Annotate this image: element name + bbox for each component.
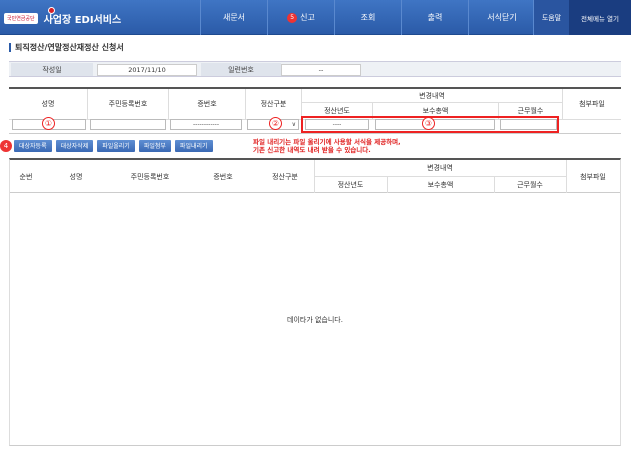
top-bar: 국민연금공단 사업장 EDI서비스 새문서 5 신고 조회 출력 서식닫기 도움말… [0, 0, 631, 35]
grid-divider [314, 160, 315, 193]
grid-col-type: 정산구분 [272, 172, 298, 181]
info-row: 작성일 2017/11/10 일련번호 -- [9, 61, 621, 77]
download-file-button[interactable]: 파일내리기 [174, 139, 213, 152]
nav-inquiry[interactable]: 조회 [334, 0, 401, 35]
action-toolbar: 4 대상자등록 대상자삭제 파일올리기 파일첨부 파일내리기 [0, 139, 217, 152]
step-4-badge: 4 [0, 139, 12, 152]
chevron-down-icon: ∨ [291, 121, 296, 128]
grid-col-cert: 증번호 [213, 172, 233, 181]
page-title: 퇴직정산/연말정산재정산 신청서 [9, 42, 124, 53]
grid-col-change: 변경내역 [427, 164, 453, 172]
form-header-cert: 증번호 [169, 89, 246, 119]
grid-col-name: 성명 [69, 172, 83, 181]
step-5-badge: 5 [287, 12, 298, 23]
notice-line-1: 파일 내리기는 파일 올리기에 사용할 서식을 제공하며, [253, 138, 401, 146]
nav-label: 신고 [300, 13, 315, 22]
empty-message: 데이타가 없습니다. [287, 316, 343, 324]
form-header-change: 변경내역 [302, 89, 563, 103]
main-nav: 새문서 5 신고 조회 출력 서식닫기 [200, 0, 535, 35]
serial-label: 일련번호 [201, 63, 281, 76]
form-header-rrn: 주민등록번호 [88, 89, 169, 119]
attach-file-button[interactable]: 파일첨부 [138, 139, 171, 152]
date-label: 작성일 [11, 63, 93, 76]
cert-number-field[interactable]: ------------ [170, 119, 242, 130]
attach-file-cell[interactable] [565, 119, 618, 130]
nav-report[interactable]: 5 신고 [267, 0, 334, 35]
grid-col-months: 근무월수 [517, 180, 543, 189]
nav-label: 새문서 [222, 13, 246, 22]
logo[interactable]: 국민연금공단 사업장 EDI서비스 [4, 7, 122, 26]
grid-col-rrn: 주민등록번호 [130, 172, 170, 181]
form-header-attach: 첨부파일 [579, 100, 605, 108]
marker-1: ① [42, 117, 55, 130]
form-header-name: 성명 [9, 89, 88, 119]
grid-divider [566, 160, 567, 193]
nav-label: 출력 [427, 13, 443, 22]
grid-header: 순번 성명 주민등록번호 증번호 정산구분 변경내역 정산년도 보수총액 근무월… [10, 160, 620, 193]
marker-3: ③ [422, 117, 435, 130]
nps-logo: 국민연금공단 [4, 12, 38, 24]
page-title-text: 퇴직정산/연말정산재정산 신청서 [15, 43, 124, 52]
marker-2: ② [269, 117, 282, 130]
grid-col-no: 순번 [19, 172, 33, 181]
title-bar-icon [9, 43, 11, 52]
grid-col-attach: 첨부파일 [580, 172, 606, 181]
file-notice: 파일 내리기는 파일 올리기에 사용할 서식을 제공하며, 기존 신고한 내역도… [253, 138, 401, 154]
nav-label: 조회 [360, 13, 376, 22]
rrn-input[interactable] [90, 119, 166, 130]
grid-col-salary: 보수총액 [427, 180, 454, 189]
grid-divider [494, 176, 495, 193]
register-subject-button[interactable]: 대상자등록 [14, 139, 52, 152]
nav-label: 서식닫기 [487, 13, 517, 22]
grid-divider [387, 176, 388, 193]
grid-col-year: 정산년도 [337, 180, 364, 189]
all-menu-button[interactable]: 전체메뉴 열기 [569, 0, 631, 35]
nav-print[interactable]: 출력 [401, 0, 468, 35]
upload-file-button[interactable]: 파일올리기 [97, 139, 135, 152]
nav-close-form[interactable]: 서식닫기 [468, 0, 535, 35]
delete-subject-button[interactable]: 대상자삭제 [55, 139, 94, 152]
date-value: 2017/11/10 [97, 64, 197, 76]
logo-dot-icon [48, 7, 55, 14]
form-header-type: 정산구분 [246, 89, 302, 119]
nav-new-document[interactable]: 새문서 [200, 0, 267, 35]
result-grid: 순번 성명 주민등록번호 증번호 정산구분 변경내역 정산년도 보수총액 근무월… [9, 158, 621, 446]
notice-line-2: 기존 신고한 내역도 내려 받을 수 있습니다. [253, 146, 371, 154]
help-button[interactable]: 도움말 [533, 0, 569, 35]
app-title: 사업장 EDI서비스 [43, 14, 122, 26]
serial-value: -- [281, 64, 361, 76]
grid-subheader-divider [314, 176, 566, 177]
